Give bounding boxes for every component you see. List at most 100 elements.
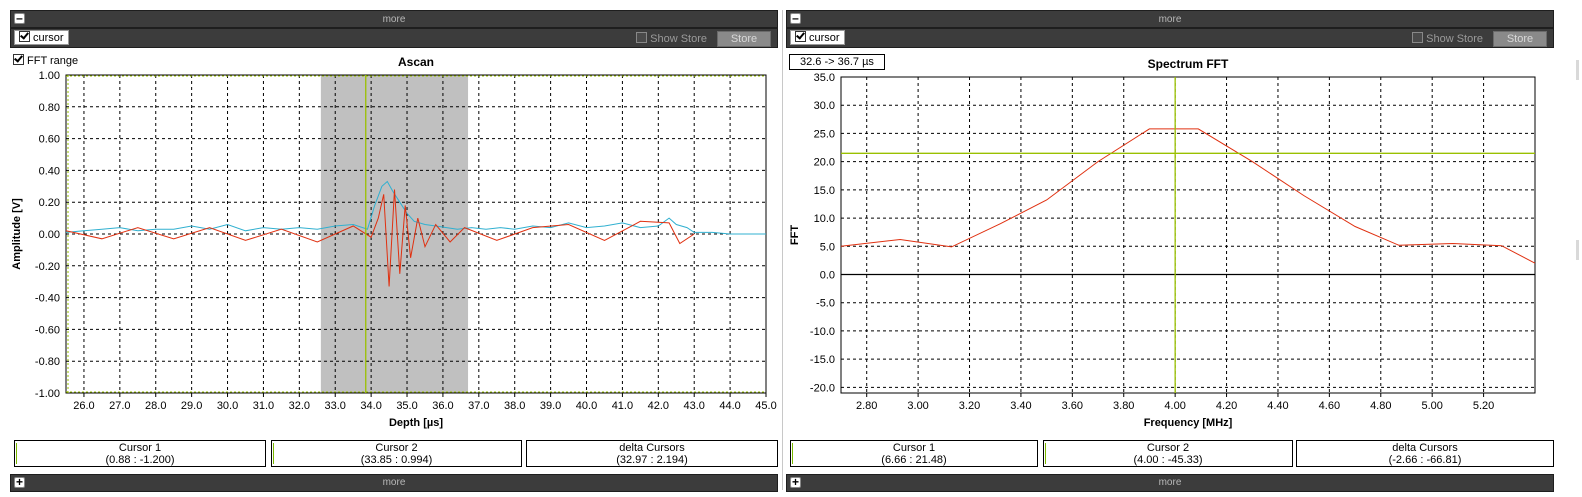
cursor-checkbox[interactable]: cursor: [790, 30, 845, 45]
x-tick-label: 36.0: [432, 400, 453, 412]
x-axis-label: Depth [µs]: [389, 417, 443, 429]
x-tick-label: 43.0: [683, 400, 704, 412]
x-tick-label: 28.0: [145, 400, 166, 412]
x-tick-label: 41.0: [612, 400, 633, 412]
y-tick-label: 5.0: [820, 241, 835, 253]
x-tick-label: 4.80: [1370, 400, 1391, 412]
x-tick-label: 29.0: [181, 400, 202, 412]
y-tick-label: 1.00: [39, 70, 60, 82]
checkbox-checked-icon[interactable]: [19, 31, 30, 42]
fft-chart-area[interactable]: 32.6 -> 36.7 µs Spectrum FFT 2.80 3.00 3.20…: [786, 50, 1554, 436]
ascan-chart-area[interactable]: FFT range Ascan 26.0 27.0 28.0 29.0 30.0 31.0 3…: [10, 50, 778, 436]
x-tick-label: 44.0: [719, 400, 740, 412]
x-tick-label: 4.40: [1267, 400, 1288, 412]
y-tick-label: 10.0: [814, 213, 835, 225]
fft-panel-header[interactable]: – more: [786, 10, 1554, 28]
cursor1-color-marker: [16, 443, 17, 464]
fft-bottom-bar[interactable]: + more: [786, 474, 1554, 492]
x-tick-label: 4.00: [1164, 400, 1185, 412]
more-label[interactable]: more: [11, 477, 777, 488]
fft-chart[interactable]: Spectrum FFT 2.80 3.00 3.20 3.40 3.60 3.80 4.00…: [786, 50, 1554, 436]
y-axis-label: Amplitude [V]: [11, 198, 23, 270]
x-tick-label: 5.20: [1473, 400, 1494, 412]
ascan-toolbar: cursor Show Store Store: [10, 28, 778, 48]
plot-background: [841, 77, 1535, 393]
y-tick-label: 0.00: [39, 229, 60, 241]
cursor2-readout: Cursor 2 (4.00 : -45.33): [1043, 440, 1293, 467]
x-tick-label: 3.20: [959, 400, 980, 412]
y-tick-label: -20.0: [810, 382, 835, 394]
more-label[interactable]: more: [787, 477, 1553, 488]
x-tick-label: 31.0: [253, 400, 274, 412]
x-tick-label: 32.0: [289, 400, 310, 412]
cursor2-readout: Cursor 2 (33.85 : 0.994): [271, 440, 522, 467]
chart-title: Spectrum FFT: [1148, 57, 1229, 71]
x-tick-label: 45.0: [755, 400, 776, 412]
x-tick-label: 40.0: [576, 400, 597, 412]
x-tick-label: 38.0: [504, 400, 525, 412]
x-tick-label: 4.20: [1216, 400, 1237, 412]
x-tick-label: 5.00: [1421, 400, 1442, 412]
x-tick-label: 3.40: [1010, 400, 1031, 412]
scroll-edge-marker[interactable]: [1576, 60, 1579, 80]
y-tick-label: -0.40: [35, 293, 60, 305]
ascan-cursor-readouts: Cursor 1 (0.88 : -1.200) Cursor 2 (33.85…: [10, 440, 778, 468]
cursor2-color-marker: [1045, 443, 1046, 464]
cursor2-title: Cursor 2: [375, 442, 418, 454]
fft-range-checkbox[interactable]: FFT range: [13, 54, 78, 67]
x-tick-label: 30.0: [217, 400, 238, 412]
chart-title: Ascan: [398, 55, 434, 69]
more-label[interactable]: more: [787, 14, 1553, 25]
y-tick-label: 0.0: [820, 270, 835, 282]
checkbox-checked-icon[interactable]: [13, 54, 24, 65]
cursor2-value: (4.00 : -45.33): [1133, 454, 1203, 466]
x-tick-label: 35.0: [396, 400, 417, 412]
y-tick-label: -0.80: [35, 356, 60, 368]
scroll-edge-marker[interactable]: [1576, 240, 1579, 260]
more-label[interactable]: more: [11, 14, 777, 25]
x-tick-label: 4.60: [1319, 400, 1340, 412]
checkbox-unchecked-icon[interactable]: [1412, 32, 1424, 43]
panel-divider[interactable]: [782, 10, 783, 490]
cursor2-value: (33.85 : 0.994): [360, 454, 433, 466]
fft-range-label: FFT range: [27, 55, 79, 67]
fft-range-readout: 32.6 -> 36.7 µs: [789, 54, 885, 70]
y-tick-label: 0.20: [39, 197, 60, 209]
checkbox-checked-icon[interactable]: [795, 31, 806, 42]
delta-cursors-readout: delta Cursors (-2.66 : -66.81): [1296, 440, 1554, 467]
y-tick-label: -10.0: [810, 326, 835, 338]
cursor1-value: (0.88 : -1.200): [105, 454, 175, 466]
y-tick-label: -15.0: [810, 354, 835, 366]
store-button[interactable]: Store: [717, 31, 771, 47]
y-tick-label: -5.0: [816, 298, 835, 310]
delta-cursors-readout: delta Cursors (32.97 : 2.194): [526, 440, 778, 467]
x-tick-label: 42.0: [648, 400, 669, 412]
store-button[interactable]: Store: [1493, 31, 1547, 47]
show-store-checkbox[interactable]: Show Store: [1412, 32, 1483, 45]
y-tick-label: 25.0: [814, 128, 835, 140]
y-axis-label: FFT: [789, 225, 801, 245]
cursor-checkbox-label: cursor: [809, 32, 840, 44]
cursor2-title: Cursor 2: [1146, 442, 1190, 454]
x-tick-label: 37.0: [468, 400, 489, 412]
y-tick-label: 35.0: [814, 72, 835, 84]
ascan-panel-header[interactable]: – more: [10, 10, 778, 28]
ascan-bottom-bar[interactable]: + more: [10, 474, 778, 492]
fft-panel: – more cursor Show Store Store 32.6 -> 3…: [786, 10, 1554, 470]
show-store-checkbox[interactable]: Show Store: [636, 32, 707, 45]
x-tick-label: 26.0: [73, 400, 94, 412]
checkbox-unchecked-icon[interactable]: [636, 32, 648, 43]
x-tick-label: 33.0: [325, 400, 346, 412]
cursor1-value: (6.66 : 21.48): [881, 454, 947, 466]
x-tick-label: 2.80: [856, 400, 877, 412]
cursor1-title: Cursor 1: [892, 442, 936, 454]
cursor1-readout: Cursor 1 (6.66 : 21.48): [790, 440, 1038, 467]
x-tick-label: 3.60: [1062, 400, 1083, 412]
cursor-checkbox[interactable]: cursor: [14, 30, 69, 45]
y-tick-label: 15.0: [814, 185, 835, 197]
ascan-chart[interactable]: Ascan 26.0 27.0 28.0 29.0 30.0 31.0 32.0 33.0 34.…: [10, 50, 778, 436]
y-tick-label: 0.40: [39, 165, 60, 177]
y-tick-label: 0.80: [39, 102, 60, 114]
x-tick-label: 39.0: [540, 400, 561, 412]
delta-cursors-value: (-2.66 : -66.81): [1388, 454, 1462, 466]
